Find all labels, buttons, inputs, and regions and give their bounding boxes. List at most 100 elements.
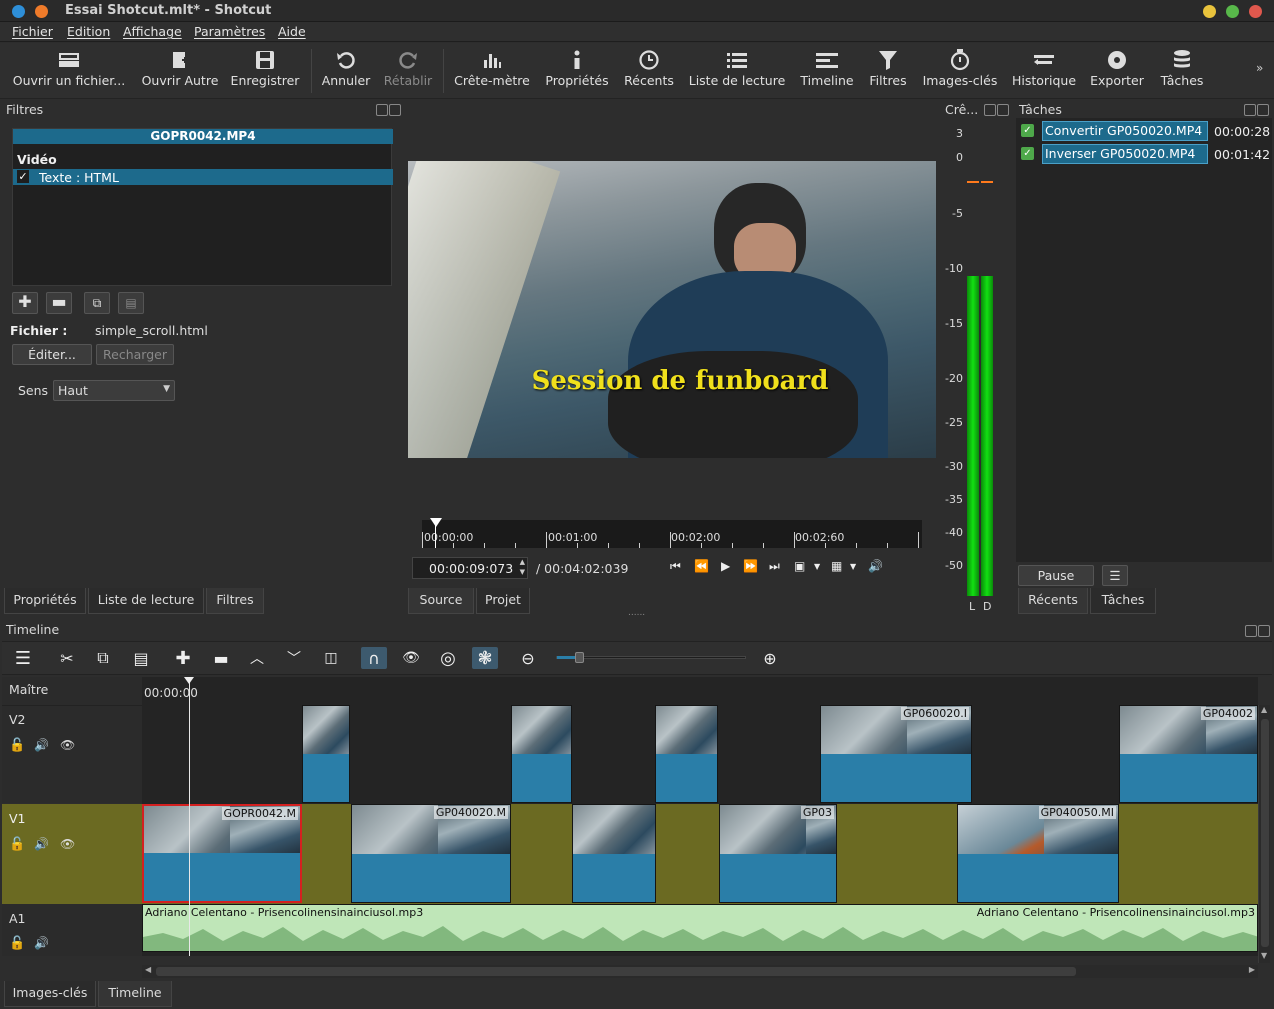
toolbar-overflow-icon[interactable]: » — [1256, 61, 1263, 75]
clip-v1[interactable]: GP03 — [719, 804, 837, 903]
clip-v2[interactable]: GP04002 — [1119, 705, 1258, 803]
lock-icon[interactable]: 🔓 — [9, 837, 25, 852]
scrollbar-thumb[interactable] — [156, 967, 1076, 976]
close-panel-icon[interactable] — [1258, 625, 1270, 637]
edit-button[interactable]: Éditer... — [12, 344, 92, 365]
clip-audio[interactable]: Adriano Celentano - Prisencolinensinainc… — [142, 904, 1258, 952]
overwrite-icon[interactable]: ﹀ — [281, 647, 307, 669]
track-header-v1[interactable]: V1 🔓 🔊 👁 — [2, 804, 142, 904]
mute-icon[interactable]: 🔊 — [34, 738, 49, 752]
zoom-in-icon[interactable]: ⊕ — [757, 647, 783, 669]
lock-icon[interactable]: 🔓 — [9, 738, 25, 753]
clip-v1[interactable]: GP040020.M — [351, 804, 511, 903]
lift-icon[interactable]: ︿ — [244, 647, 270, 669]
zoom-slider-handle[interactable] — [575, 652, 584, 663]
tab-keyframes[interactable]: Images-clés — [4, 981, 96, 1007]
scrub-icon[interactable]: 👁 — [398, 647, 424, 669]
reload-button[interactable]: Recharger — [96, 344, 174, 365]
float-panel-icon[interactable] — [1244, 104, 1256, 116]
filters-button[interactable]: Filtres — [864, 47, 912, 95]
export-button[interactable]: Exporter — [1086, 47, 1148, 95]
window-maximize-icon[interactable] — [1226, 5, 1239, 18]
menu-fichier[interactable]: Fichier — [12, 24, 53, 39]
tab-recent[interactable]: Récents — [1018, 588, 1088, 614]
clip-v1-selected[interactable]: GOPR0042.M — [142, 804, 302, 903]
hide-icon[interactable]: 👁 — [60, 837, 75, 851]
lock-icon[interactable]: 🔓 — [9, 936, 25, 951]
float-panel-icon[interactable] — [1245, 625, 1257, 637]
tab-playlist[interactable]: Liste de lecture — [88, 588, 204, 614]
play-icon[interactable]: ▶ — [721, 559, 730, 573]
clip-v1[interactable] — [572, 804, 656, 903]
spin-up-icon[interactable]: ▲ — [520, 558, 525, 566]
close-panel-icon[interactable] — [997, 104, 1009, 116]
tab-jobs[interactable]: Tâches — [1090, 588, 1156, 614]
redo-button[interactable]: Rétablir — [380, 47, 436, 95]
job-row[interactable]: ✓ Convertir GP050020.MP4 00:00:28 — [1016, 120, 1272, 142]
close-panel-icon[interactable] — [389, 104, 401, 116]
spin-down-icon[interactable]: ▼ — [520, 568, 525, 576]
direction-select[interactable]: Haut ▼ — [53, 380, 175, 401]
history-button[interactable]: Historique — [1008, 47, 1080, 95]
open-other-button[interactable]: Ouvrir Autre — [138, 47, 222, 95]
paste-icon[interactable]: ▤ — [128, 647, 154, 669]
properties-button[interactable]: Propriétés — [542, 47, 612, 95]
paste-filters-button[interactable]: ▤ — [118, 292, 144, 314]
job-row[interactable]: ✓ Inverser GP050020.MP4 00:01:42 — [1016, 143, 1272, 165]
mute-icon[interactable]: 🔊 — [34, 936, 49, 950]
clip-v2[interactable] — [302, 705, 350, 803]
menu-parametres[interactable]: Paramètres — [194, 24, 265, 39]
window-minimize-icon[interactable] — [1203, 5, 1216, 18]
timecode-spinbox[interactable]: 00:00:09:073 ▲ ▼ — [412, 557, 528, 579]
remove-icon[interactable]: ▬ — [208, 647, 234, 669]
remove-filter-button[interactable]: ▬ — [46, 292, 72, 314]
zoom-out-icon[interactable]: ⊖ — [515, 647, 541, 669]
filter-enable-checkbox[interactable]: ✓ — [17, 170, 29, 183]
video-preview[interactable]: Session de funboard — [408, 161, 936, 458]
menu-affichage[interactable]: Affichage — [123, 24, 182, 39]
rewind-icon[interactable]: ⏪ — [694, 559, 709, 573]
append-icon[interactable]: ✚ — [170, 647, 196, 669]
tab-project[interactable]: Projet — [476, 588, 530, 614]
clip-v2[interactable] — [511, 705, 572, 803]
filter-item-html-text[interactable]: ✓ Texte : HTML — [13, 169, 393, 185]
jobs-button[interactable]: Tâches — [1154, 47, 1210, 95]
timeline-playhead[interactable] — [189, 681, 190, 956]
undo-button[interactable]: Annuler — [318, 47, 374, 95]
zoom-slider[interactable] — [556, 652, 746, 663]
scrollbar-thumb[interactable] — [1261, 719, 1269, 947]
skip-start-icon[interactable]: ⏮ — [670, 559, 681, 574]
ripple-icon[interactable]: ◎ — [435, 647, 461, 669]
tab-timeline[interactable]: Timeline — [98, 981, 172, 1007]
add-filter-button[interactable]: ✚ — [12, 292, 38, 314]
split-icon[interactable]: ◫ — [318, 647, 344, 669]
timeline-tracks-area[interactable]: 00:00:00 GP060020.I GP04002 GOPR0042.M G… — [142, 677, 1258, 956]
peak-meter-button[interactable]: Crête-mètre — [450, 47, 534, 95]
keyframes-button[interactable]: Images-clés — [918, 47, 1002, 95]
grid-icon[interactable]: ▦ — [831, 559, 842, 573]
skip-end-icon[interactable]: ⏭ — [769, 559, 780, 574]
zoom-dropdown-icon[interactable]: ▼ — [814, 562, 820, 571]
track-header-a1[interactable]: A1 🔓 🔊 — [2, 904, 142, 956]
clip-v2[interactable] — [655, 705, 718, 803]
fast-forward-icon[interactable]: ⏩ — [743, 559, 758, 573]
close-window-icon[interactable] — [12, 5, 25, 18]
timeline-playhead-marker-icon[interactable] — [184, 677, 194, 684]
clip-v2[interactable]: GP060020.I — [820, 705, 972, 803]
playhead-marker-icon[interactable] — [430, 518, 442, 527]
mute-icon[interactable]: 🔊 — [34, 837, 49, 851]
scroll-up-icon[interactable]: ▲ — [1261, 705, 1267, 714]
menu-edition[interactable]: Edition — [67, 24, 110, 39]
cut-icon[interactable]: ✂ — [54, 647, 80, 669]
playlist-button[interactable]: Liste de lecture — [686, 47, 788, 95]
close-panel-icon[interactable] — [1257, 104, 1269, 116]
copy-icon[interactable]: ⧉ — [90, 647, 116, 669]
recent-button[interactable]: Récents — [620, 47, 678, 95]
hide-icon[interactable]: 👁 — [60, 738, 75, 752]
volume-icon[interactable]: 🔊 — [868, 559, 883, 573]
tab-source[interactable]: Source — [408, 588, 474, 614]
player-ruler[interactable]: 00:00:00 00:01:00 00:02:00 00:02:60 — [422, 518, 922, 548]
track-header-v2[interactable]: V2 🔓 🔊 👁 — [2, 705, 142, 803]
grid-dropdown-icon[interactable]: ▼ — [850, 562, 856, 571]
tab-filters[interactable]: Filtres — [206, 588, 264, 614]
